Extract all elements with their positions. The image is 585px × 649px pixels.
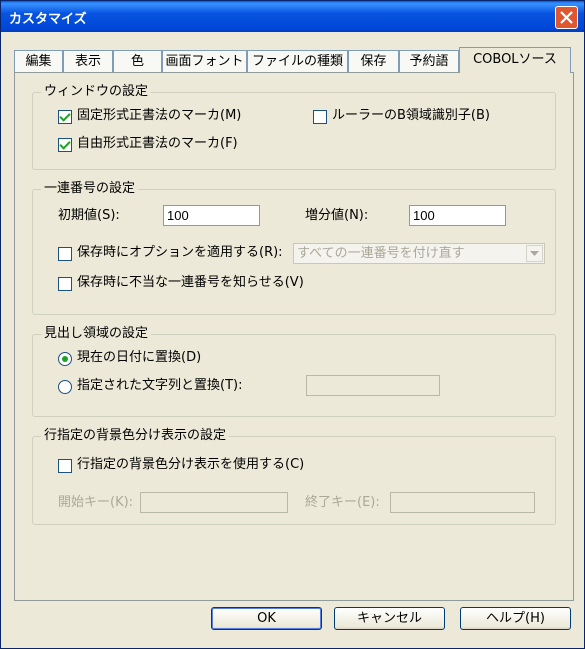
fixed-margin-label[interactable]: 固定形式正書法のマーカ(M) — [77, 108, 241, 124]
customize-dialog: カスタマイズ 編集 表示 色 画面フォント ファイルの種類 保存 予約語 COB… — [0, 0, 585, 649]
help-button[interactable]: ヘルプ(H) — [460, 607, 571, 630]
renumber-option-value: すべての一連番号を付け直す — [297, 246, 465, 261]
free-margin-label[interactable]: 自由形式正書法のマーカ(F) — [77, 136, 238, 152]
heading-area-label: 見出し領域の設定 — [41, 326, 152, 342]
close-icon — [560, 11, 573, 24]
apply-on-save-label[interactable]: 保存時にオプションを適用する(R): — [77, 245, 283, 261]
cobol-source-panel: ウィンドウの設定 固定形式正書法のマーカ(M) ルーラーのB領域識別子(B) 自… — [14, 72, 574, 601]
initial-value-label: 初期値(S): — [58, 208, 120, 223]
replace-specified-string-radio[interactable] — [58, 380, 72, 394]
use-row-background-checkbox[interactable] — [58, 459, 72, 473]
row-background-group: 行指定の背景色分け表示の設定 行指定の背景色分け表示を使用する(C) 開始キー(… — [32, 428, 556, 525]
initial-value-input[interactable] — [163, 205, 260, 226]
ruler-b-area-checkbox[interactable] — [313, 110, 327, 124]
window-title: カスタマイズ — [9, 12, 87, 27]
tab-edit[interactable]: 編集 — [14, 50, 63, 72]
dialog-client: 編集 表示 色 画面フォント ファイルの種類 保存 予約語 COBOLソース ウ… — [5, 32, 580, 644]
notify-invalid-checkbox[interactable] — [58, 277, 72, 291]
dropdown-arrow-icon[interactable] — [526, 245, 543, 262]
window-settings-label: ウィンドウの設定 — [41, 84, 152, 100]
tab-screen-font[interactable]: 画面フォント — [162, 50, 247, 72]
notify-invalid-label[interactable]: 保存時に不当な一連番号を知らせる(V) — [77, 275, 304, 291]
sequence-number-group: 一連番号の設定 初期値(S): 増分値(N): 保存時にオプションを適用する(R… — [32, 181, 556, 315]
tab-cobol-source[interactable]: COBOLソース — [459, 47, 571, 73]
tab-color[interactable]: 色 — [113, 50, 162, 72]
window-settings-group: ウィンドウの設定 固定形式正書法のマーカ(M) ルーラーのB領域識別子(B) 自… — [32, 84, 556, 170]
tab-save[interactable]: 保存 — [348, 50, 399, 72]
use-row-background-label[interactable]: 行指定の背景色分け表示を使用する(C) — [77, 457, 304, 473]
close-button[interactable] — [555, 6, 578, 29]
end-key-label: 終了キー(E): — [305, 495, 380, 510]
increment-input[interactable] — [409, 205, 506, 226]
specified-string-input[interactable] — [306, 375, 440, 396]
increment-label: 増分値(N): — [305, 208, 369, 223]
cancel-button[interactable]: キャンセル — [334, 607, 445, 630]
tab-display[interactable]: 表示 — [63, 50, 113, 72]
row-background-label: 行指定の背景色分け表示の設定 — [41, 428, 230, 444]
ok-button[interactable]: OK — [211, 607, 322, 630]
sequence-number-label: 一連番号の設定 — [41, 181, 139, 197]
replace-current-date-label[interactable]: 現在の日付に置換(D) — [77, 350, 201, 366]
heading-area-group: 見出し領域の設定 現在の日付に置換(D) 指定された文字列と置換(T): — [32, 326, 556, 417]
replace-specified-string-label[interactable]: 指定された文字列と置換(T): — [77, 378, 242, 394]
apply-on-save-checkbox[interactable] — [58, 247, 72, 261]
tab-reserved-words[interactable]: 予約語 — [399, 50, 459, 72]
tab-file-types[interactable]: ファイルの種類 — [247, 50, 348, 72]
start-key-label: 開始キー(K): — [58, 495, 134, 510]
start-key-input[interactable] — [140, 492, 288, 513]
replace-current-date-radio[interactable] — [58, 352, 72, 366]
ruler-b-area-label[interactable]: ルーラーのB領域識別子(B) — [332, 108, 490, 124]
fixed-margin-checkbox[interactable] — [58, 110, 72, 124]
end-key-input[interactable] — [390, 492, 535, 513]
free-margin-checkbox[interactable] — [58, 138, 72, 152]
renumber-option-select[interactable]: すべての一連番号を付け直す — [293, 243, 545, 264]
title-bar[interactable]: カスタマイズ — [1, 1, 584, 32]
